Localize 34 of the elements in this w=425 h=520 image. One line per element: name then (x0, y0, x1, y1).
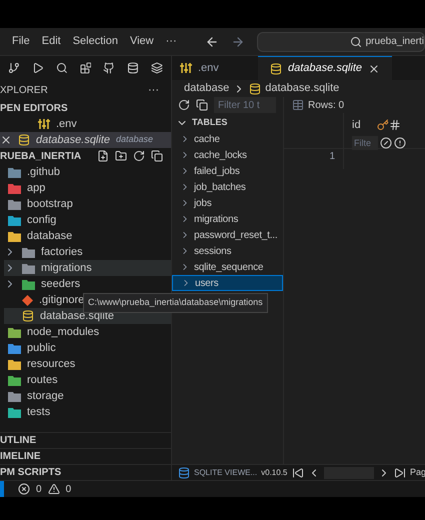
file-name: storage (27, 388, 64, 404)
file-name: config (27, 212, 56, 228)
file-name: database (27, 228, 72, 244)
file-name: routes (27, 372, 58, 388)
file-name: node_modules (27, 324, 100, 340)
file-name: .gitignore (39, 292, 84, 308)
file-name: .github (27, 164, 60, 180)
table-name: sqlite_sequence (194, 260, 264, 274)
file-name: public (27, 340, 56, 356)
table-name: users (195, 276, 218, 290)
file-name: factories (41, 244, 83, 260)
file-name: app (27, 180, 46, 196)
table-name: password_reset_t... (194, 228, 278, 242)
tooltip: C:\www\prueba_inertia\database\migrations (83, 293, 268, 312)
table-name: sessions (194, 244, 232, 258)
extension-name: SQLITE VIEWE... (194, 466, 258, 478)
file-name: resources (27, 356, 76, 372)
version-label: v0.10.5 (261, 466, 288, 478)
file-name: migrations (41, 260, 92, 276)
file-name: database.sqlite (36, 132, 110, 148)
file-description: database (116, 133, 154, 146)
table-name: cache_locks (194, 148, 247, 162)
table-name: failed_jobs (194, 164, 240, 178)
file-name: seeders (41, 276, 80, 292)
sidebar-title: XPLORER (0, 84, 48, 98)
table-name: cache (194, 132, 220, 146)
row-number: 1 (284, 149, 344, 169)
file-name: .env (56, 116, 77, 132)
rows-count: Rows: 0 (308, 98, 344, 112)
table-name: job_batches (194, 180, 246, 194)
table-name: jobs (194, 196, 212, 210)
table-name: migrations (194, 212, 238, 226)
file-name: tests (27, 404, 50, 420)
file-name: bootstrap (27, 196, 73, 212)
